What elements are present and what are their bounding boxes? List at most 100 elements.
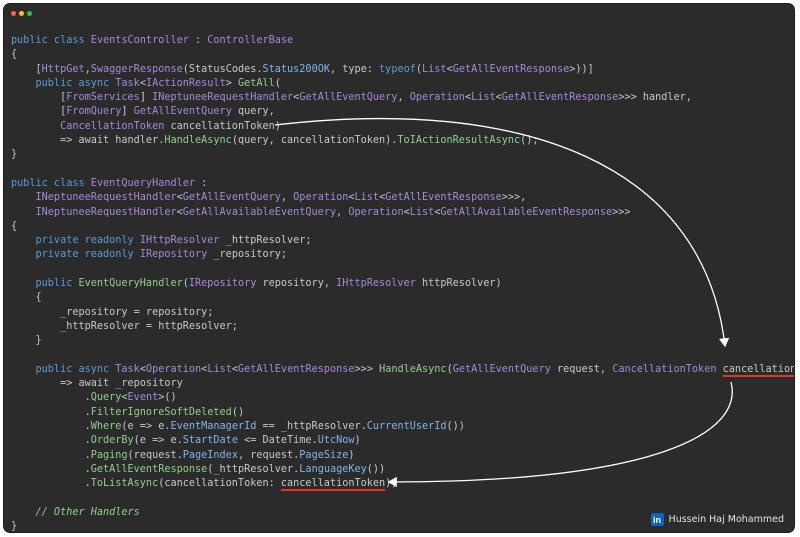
code-line: { [11,220,794,234]
code-token: (query, cancellationToken). [231,135,398,147]
code-line: CancellationToken cancellationToken) [11,120,794,134]
code-token: // Other Handlers [11,506,140,518]
code-token: Event [127,392,159,404]
code-token: GetAllEventQuery [182,192,281,204]
code-token: ControllerBase [207,35,294,46]
code-token: . [11,406,91,418]
code-token: List [354,192,380,204]
code-token: public class [11,35,91,46]
code-token: IRepository [139,249,208,261]
code-line: .GetAllEventResponse(_httpResolver.Langu… [11,463,794,477]
code-token: . [11,435,91,447]
code-line: => await handler.HandleAsync(query, canc… [11,134,794,148]
code-token: CurrentUserId [366,421,447,433]
code-line: .Query<Event>() [11,391,794,405]
code-token: { [11,49,18,61]
code-token: UtcNow [317,435,355,447]
code-token: IActionResult [145,77,226,89]
code-token: Task [115,77,140,89]
code-token: HandleAsync [164,135,232,147]
code-token: GetAllAvailableEventQuery [182,206,337,218]
code-token: ()) [366,463,386,475]
code-token: ( [274,77,281,89]
code-token: HandleAsync [379,363,447,375]
code-line: .FilterIgnoreSoftDeleted() [11,406,794,420]
code-token: SwaggerResponse [90,63,183,75]
code-token: >>> [612,206,631,218]
code-token: StartDate [182,435,238,447]
code-line: .ToListAsync(cancellationToken: cancella… [11,477,794,491]
code-line: .Where(e => e.EventManagerId == _httpRes… [11,420,794,434]
code-line: public class EventQueryHandler : [11,177,794,191]
code-token: GetAllAvailableEventResponse [440,206,613,218]
code-token: List [409,206,435,218]
code-line: .OrderBy(e => e.StartDate <= DateTime.Ut… [11,434,794,448]
code-token: >>> [354,363,380,375]
code-token: GetAllEventResponse [238,363,355,375]
code-token: <= DateTime. [237,435,318,447]
code-token: LanguageKey [299,463,367,475]
code-token: public async [11,363,116,375]
code-token: EventsController [90,35,189,46]
code-token: { [11,220,18,232]
code-token: List [422,63,447,75]
code-token: ToListAsync [90,478,159,490]
code-token: [ [11,92,67,104]
code-line: private readonly IHttpResolver _httpReso… [11,234,794,248]
code-line: _httpResolver = httpResolver; [11,320,794,334]
code-token: CancellationToken [11,120,165,132]
code-token: (StatusCodes. [182,63,263,75]
code-line: .Paging(request.PageIndex, request.PageS… [11,449,794,463]
code-line: INeptuneeRequestHandler<GetAllEventQuery… [11,191,794,205]
code-line: public EventQueryHandler(IRepository rep… [11,277,794,291]
code-token: private readonly [11,249,140,261]
code-token: . [11,463,91,475]
code-token: OrderBy [90,435,134,447]
code-line: private readonly IRepository _repository… [11,248,794,262]
code-token: : [195,177,208,189]
linkedin-icon[interactable]: in [650,513,664,526]
code-token: ) [348,449,355,461]
code-token: _repository = repository; [11,306,214,318]
code-window: public class EventsController : Controll… [4,4,794,532]
code-line: public async Task<Operation<List<GetAllE… [11,363,794,377]
code-line: [HttpGet,SwaggerResponse(StatusCodes.Sta… [11,63,794,77]
close-dot-icon[interactable] [11,11,16,16]
code-token: PageIndex [182,449,238,461]
code-token: >() [158,392,177,404]
code-token: _repository; [207,249,288,261]
code-token: , [280,192,294,204]
maximize-dot-icon[interactable] [27,11,32,16]
code-token: ToIActionResultAsync [397,135,521,147]
code-token: ] [121,106,134,118]
code-token: repository, [256,278,337,290]
code-token: Task [115,363,140,375]
code-token: PageSize [299,449,349,461]
code-line: [FromServices] INeptuneeRequestHandler<G… [11,91,794,105]
code-token: _httpResolver = httpResolver; [11,320,238,332]
code-token: List [471,92,496,104]
code-line: public class EventsController : Controll… [11,34,794,48]
code-line: _repository = repository; [11,306,794,320]
code-token: GetAllEventResponse [501,92,619,104]
code-token: (cancellationToken: [158,478,281,490]
code-token: > [225,77,238,89]
code-token: => await handler. [11,135,165,147]
code-token: Status200OK [262,63,330,75]
code-token: FilterIgnoreSoftDeleted [90,406,232,418]
code-token: (_httpResolver. [207,463,300,475]
code-token: Query [90,392,122,404]
code-token: , type: [329,63,380,75]
code-token: GetAll [237,77,275,89]
underlined-token: cancellationToken [280,478,386,490]
code-token: List [207,363,232,375]
code-line: INeptuneeRequestHandler<GetAllAvailableE… [11,206,794,220]
code-token: GetAllEventResponse [90,463,208,475]
code-token: IHttpResolver [139,235,220,247]
minimize-dot-icon[interactable] [19,11,24,16]
code-line: => await _repository [11,377,794,391]
